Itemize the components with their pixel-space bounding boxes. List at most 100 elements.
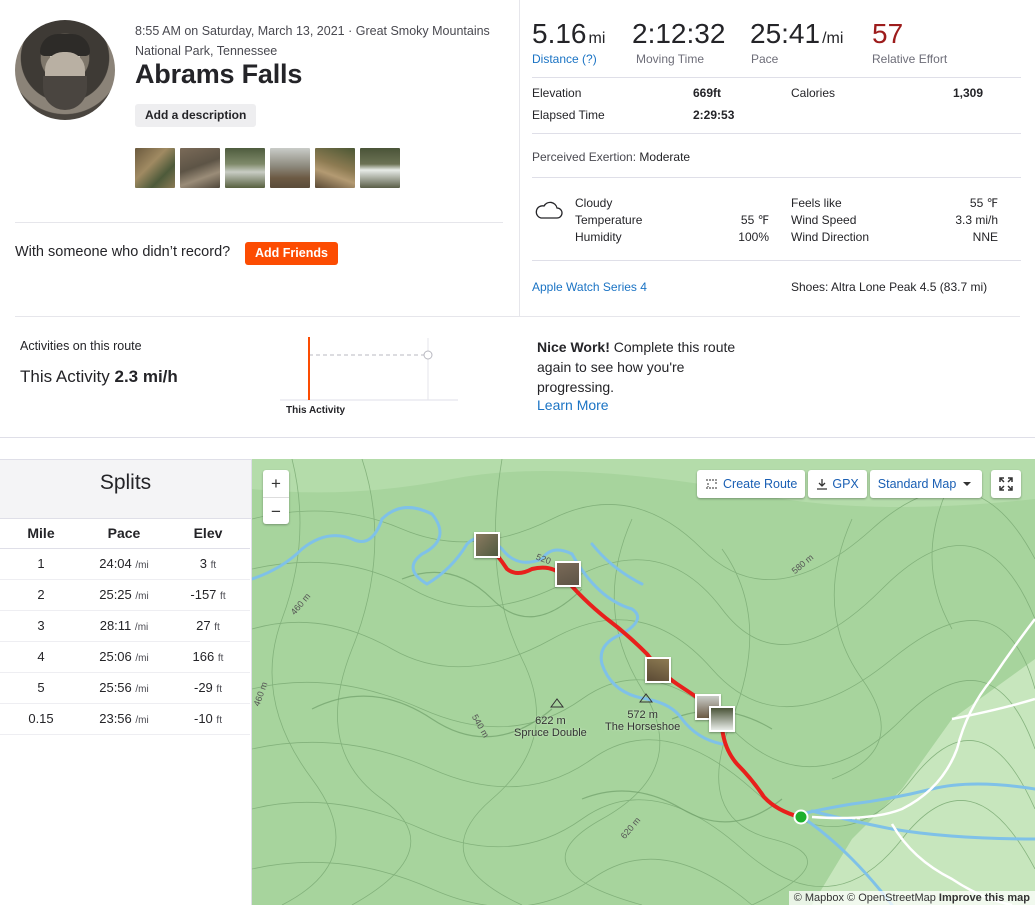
split-elev: 27 ft	[166, 610, 250, 642]
download-icon	[817, 479, 828, 490]
split-elev: -29 ft	[166, 672, 250, 704]
feels-like-label: Feels like	[791, 196, 842, 210]
map-canvas[interactable]	[252, 459, 1035, 905]
gpx-label: GPX	[832, 477, 859, 491]
create-route-button[interactable]: Create Route	[697, 470, 806, 498]
activity-title: Abrams Falls	[135, 59, 303, 89]
split-elev: -10 ft	[166, 703, 250, 735]
split-mile: 1	[0, 548, 82, 580]
map-attribution[interactable]: © Mapbox © OpenStreetMap Improve this ma…	[788, 891, 1035, 905]
relative-effort-value[interactable]: 57	[872, 18, 903, 50]
add-description-button[interactable]: Add a description	[135, 104, 257, 127]
calories-label: Calories	[791, 86, 836, 100]
photo-pin[interactable]	[555, 561, 581, 587]
shoes-info: Shoes: Altra Lone Peak 4.5 (83.7 mi)	[791, 280, 988, 294]
elevation-label: Elevation	[532, 86, 582, 100]
split-elev: 166 ft	[166, 641, 250, 673]
start-marker	[793, 809, 809, 825]
split-pace: 25:56 /mi	[82, 672, 166, 704]
elapsed-time-value: 2:29:53	[693, 108, 735, 122]
splits-title: Splits	[0, 459, 251, 519]
elapsed-time-label: Elapsed Time	[532, 108, 605, 122]
split-elev: 3 ft	[166, 548, 250, 580]
wind-direction-value: NNE	[972, 230, 998, 244]
distance-label-link[interactable]: Distance (?)	[532, 52, 597, 66]
split-mile: 2	[0, 579, 82, 611]
elev-header: Elev	[166, 519, 250, 549]
photo-thumbnail[interactable]	[135, 148, 175, 188]
peak-label-spruce-double: 622 m Spruce Double	[514, 715, 587, 739]
fullscreen-button[interactable]	[991, 470, 1021, 498]
vertical-divider	[519, 0, 520, 316]
split-pace: 28:11 /mi	[82, 610, 166, 642]
photo-pin[interactable]	[645, 657, 671, 683]
split-elev: -157 ft	[166, 579, 250, 611]
gpx-export-button[interactable]: GPX	[808, 470, 867, 498]
photo-pin[interactable]	[709, 706, 735, 732]
divider	[15, 316, 1020, 317]
map-style-dropdown[interactable]: Standard Map	[869, 470, 983, 498]
calories-value: 1,309	[953, 86, 984, 100]
splits-header-row: Mile Pace Elev	[0, 519, 250, 549]
map-style-label: Standard Map	[877, 477, 957, 491]
fullscreen-icon	[999, 477, 1013, 491]
divider	[0, 437, 1035, 438]
weather-condition: Cloudy	[575, 196, 613, 210]
route-speed-chart	[280, 337, 458, 401]
pace-label: Pace	[751, 52, 779, 66]
splits-panel: Splits Mile Pace Elev 1 24:04 /mi 3 ft 2 25…	[0, 459, 252, 905]
cloud-icon	[535, 201, 563, 219]
split-row: 1 24:04 /mi 3 ft	[0, 548, 250, 580]
split-pace: 25:06 /mi	[82, 641, 166, 673]
humidity-value: 100%	[738, 230, 769, 244]
mile-header: Mile	[0, 519, 82, 549]
pace-value: 25:41/mi	[750, 18, 844, 49]
create-route-label: Create Route	[723, 477, 798, 491]
wind-speed-value: 3.3 mi/h	[955, 213, 998, 227]
add-friends-button[interactable]: Add Friends	[245, 242, 338, 265]
divider	[532, 133, 1021, 134]
split-pace: 24:04 /mi	[82, 548, 166, 580]
relative-effort-label: Relative Effort	[872, 52, 948, 66]
split-row: 2 25:25 /mi -157 ft	[0, 579, 250, 611]
peak-label-horseshoe: 572 m The Horseshoe	[605, 709, 681, 733]
photo-thumbnail[interactable]	[315, 148, 355, 188]
distance-value: 5.16 mi	[532, 18, 606, 49]
split-mile: 0.15	[0, 703, 82, 735]
learn-more-link[interactable]: Learn More	[537, 397, 609, 413]
zoom-control: + −	[263, 470, 289, 524]
split-mile: 3	[0, 610, 82, 642]
divider	[532, 177, 1021, 178]
photo-thumbnail[interactable]	[225, 148, 265, 188]
split-row: 4 25:06 /mi 166 ft	[0, 641, 250, 673]
device-link[interactable]: Apple Watch Series 4	[532, 280, 647, 294]
temperature-label: Temperature	[575, 213, 643, 227]
moving-time-value: 2:12:32	[632, 18, 726, 49]
with-someone-text: With someone who didn’t record?	[15, 244, 231, 260]
split-pace: 25:25 /mi	[82, 579, 166, 611]
feels-like-value: 55 ℉	[969, 196, 998, 210]
humidity-label: Humidity	[575, 230, 622, 244]
photo-thumbnail[interactable]	[270, 148, 310, 188]
nice-work-message: Nice Work! Complete this route again to …	[537, 339, 736, 395]
this-activity-speed: This Activity 2.3 mi/h	[20, 367, 178, 386]
photo-pin[interactable]	[474, 532, 500, 558]
pace-header: Pace	[82, 519, 166, 549]
route-map[interactable]: 622 m Spruce Double 572 m The Horseshoe 52…	[252, 459, 1035, 905]
activity-meta: 8:55 AM on Saturday, March 13, 2021 · Gr…	[135, 24, 490, 58]
wind-speed-label: Wind Speed	[791, 213, 857, 227]
route-activities-title: Activities on this route	[20, 339, 142, 353]
photo-thumbnail[interactable]	[180, 148, 220, 188]
zoom-in-button[interactable]: +	[263, 470, 289, 497]
athlete-avatar[interactable]	[15, 20, 115, 120]
photo-thumbnail[interactable]	[360, 148, 400, 188]
splits-table: Mile Pace Elev 1 24:04 /mi 3 ft 2 25:25 /mi…	[0, 519, 250, 735]
split-mile: 5	[0, 672, 82, 704]
wind-direction-label: Wind Direction	[791, 230, 870, 244]
zoom-out-button[interactable]: −	[263, 497, 289, 524]
map-toolbar: Create Route GPX Standard Map	[697, 470, 985, 498]
split-mile: 4	[0, 641, 82, 673]
chart-axis-label: This Activity	[286, 405, 346, 416]
temperature-value: 55 ℉	[740, 213, 769, 227]
divider	[15, 222, 503, 223]
